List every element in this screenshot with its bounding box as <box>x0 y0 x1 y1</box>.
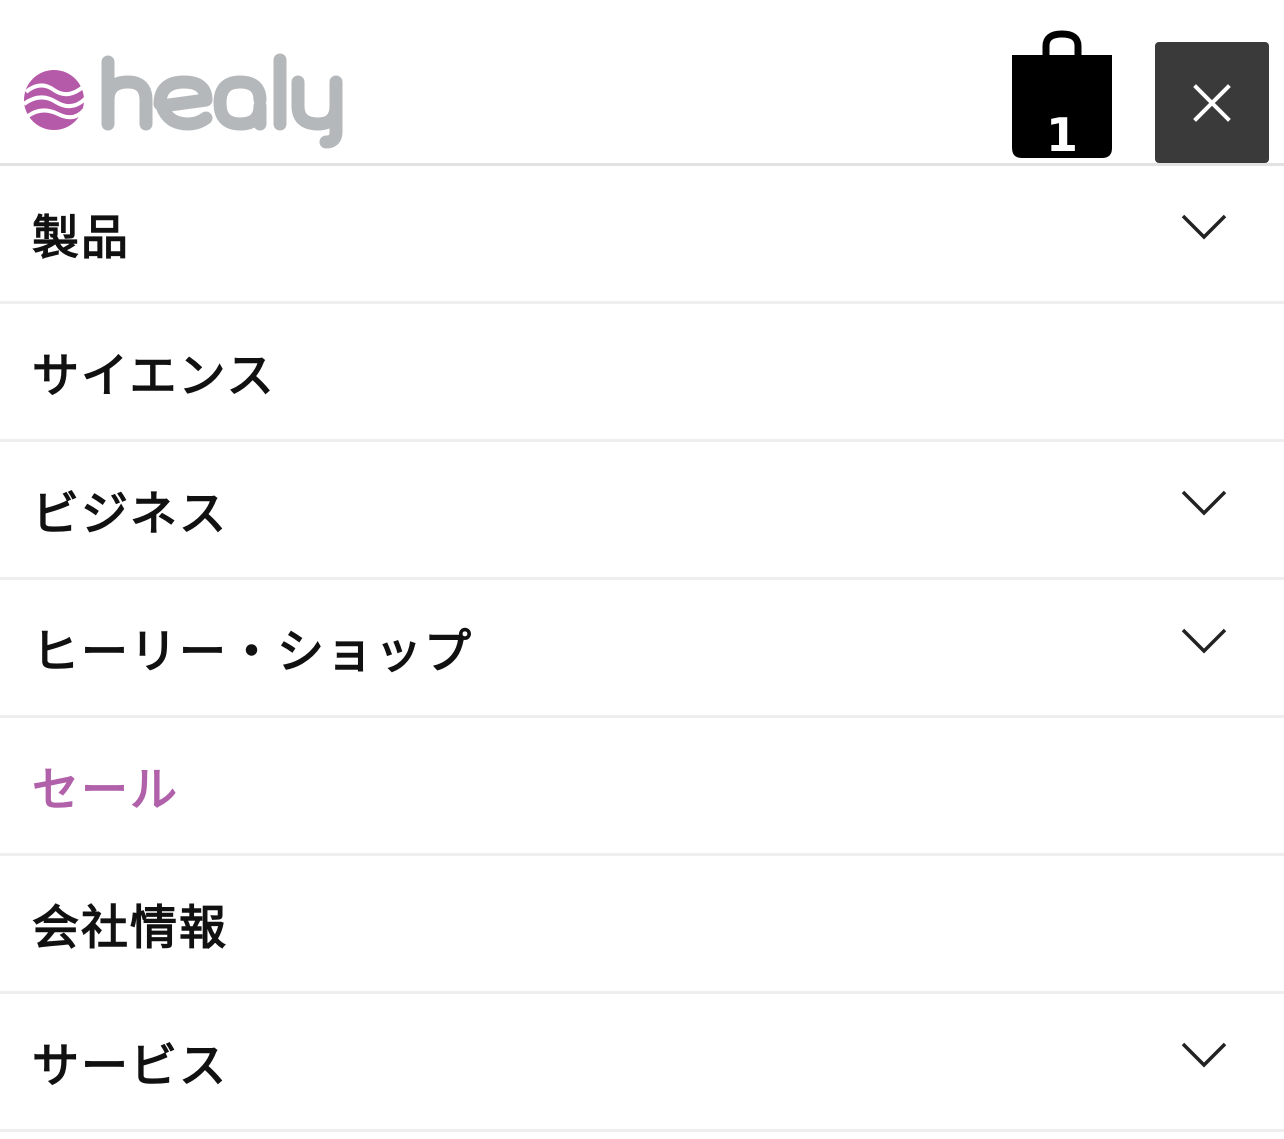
menu-item-service[interactable]: サービス <box>0 994 1284 1132</box>
healy-wave-icon <box>22 70 88 130</box>
menu-item-science[interactable]: サイエンス <box>0 304 1284 442</box>
menu-item-label: 会社情報 <box>32 901 228 956</box>
cart-button[interactable]: 1 <box>1008 30 1116 162</box>
healy-logo-link[interactable] <box>22 50 352 150</box>
chevron-down-icon[interactable] <box>1180 488 1228 518</box>
healy-logo <box>22 53 343 149</box>
chevron-down-icon[interactable] <box>1180 626 1228 656</box>
menu-item-label: 製品 <box>32 211 130 266</box>
menu-item-sale[interactable]: セール <box>0 718 1284 856</box>
close-icon <box>1193 83 1231 122</box>
menu-item-healy-shop[interactable]: ヒーリー・ショップ <box>0 580 1284 718</box>
menu-item-label: サイエンス <box>32 349 276 404</box>
site-header: 1 <box>0 0 1284 166</box>
menu-item-label: ヒーリー・ショップ <box>32 625 473 680</box>
menu-item-company-info[interactable]: 会社情報 <box>0 856 1284 994</box>
close-menu-button[interactable] <box>1155 42 1269 163</box>
menu-item-label: セール <box>32 763 179 818</box>
menu-item-label: サービス <box>32 1039 228 1094</box>
menu-item-products[interactable]: 製品 <box>0 166 1284 304</box>
chevron-down-icon[interactable] <box>1180 1040 1228 1070</box>
healy-wordmark <box>101 53 343 149</box>
menu-item-business[interactable]: ビジネス <box>0 442 1284 580</box>
menu-item-label: ビジネス <box>32 487 228 542</box>
chevron-down-icon[interactable] <box>1180 212 1228 242</box>
mobile-nav-menu: 製品 サイエンス ビジネス ヒーリー・ショップ セール 会社情報 サービス <box>0 166 1284 1132</box>
